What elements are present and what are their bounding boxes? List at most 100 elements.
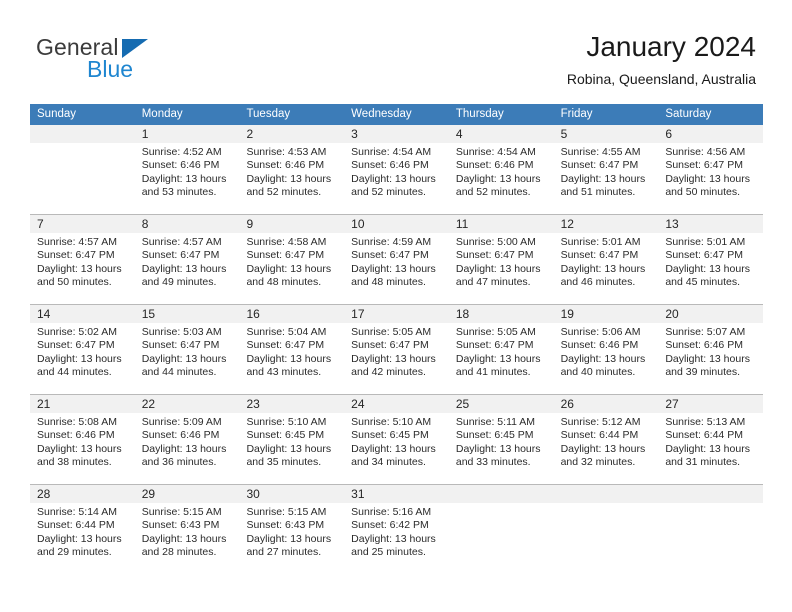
day-cell: Sunrise: 5:01 AM Sunset: 6:47 PM Dayligh… xyxy=(658,233,763,304)
daylight-text-line2: and 52 minutes. xyxy=(455,186,531,199)
daylight-text-line2: and 53 minutes. xyxy=(141,186,217,199)
day-number[interactable]: 24 xyxy=(344,395,449,413)
day-number[interactable]: 27 xyxy=(658,395,763,413)
weekday-friday: Friday xyxy=(560,108,593,120)
day-number[interactable]: 31 xyxy=(344,485,449,503)
day-number xyxy=(658,485,763,503)
sunset-text: Sunset: 6:45 PM xyxy=(455,429,534,442)
day-number[interactable]: 9 xyxy=(239,215,344,233)
sunrise-text: Sunrise: 5:10 AM xyxy=(351,416,432,428)
sunset-text: Sunset: 6:43 PM xyxy=(246,519,325,532)
day-number[interactable]: 28 xyxy=(30,485,135,503)
day-cell: Sunrise: 5:06 AM Sunset: 6:46 PM Dayligh… xyxy=(554,323,659,394)
sunrise-text: Sunrise: 4:58 AM xyxy=(246,236,327,248)
page-title: January 2024 xyxy=(586,31,756,62)
day-cell: Sunrise: 4:54 AM Sunset: 6:46 PM Dayligh… xyxy=(449,143,554,214)
calendar-week-row: 7 8 9 10 11 12 13 Sunrise: 4:57 AM Sunse… xyxy=(30,215,763,305)
day-number[interactable]: 23 xyxy=(239,395,344,413)
sunset-text: Sunset: 6:47 PM xyxy=(665,249,743,262)
day-number[interactable]: 13 xyxy=(658,215,763,233)
week-detail-band: Sunrise: 4:57 AM Sunset: 6:47 PM Dayligh… xyxy=(30,233,763,304)
day-number[interactable]: 12 xyxy=(554,215,659,233)
sunset-text: Sunset: 6:44 PM xyxy=(560,429,639,442)
day-number[interactable]: 19 xyxy=(554,305,659,323)
daylight-text-line2: and 46 minutes. xyxy=(560,276,636,289)
day-number[interactable]: 3 xyxy=(344,125,449,143)
daylight-text-line2: and 43 minutes. xyxy=(246,366,322,379)
daylight-text-line1: Daylight: 13 hours xyxy=(560,352,646,365)
day-cell: Sunrise: 5:02 AM Sunset: 6:47 PM Dayligh… xyxy=(30,323,135,394)
day-number[interactable]: 21 xyxy=(30,395,135,413)
daylight-text-line2: and 35 minutes. xyxy=(246,456,322,469)
sunrise-text: Sunrise: 5:05 AM xyxy=(351,326,432,338)
sunset-text: Sunset: 6:46 PM xyxy=(141,159,220,172)
daylight-text-line2: and 29 minutes. xyxy=(37,546,112,559)
daylight-text-line2: and 47 minutes. xyxy=(455,276,531,289)
sunset-text: Sunset: 6:47 PM xyxy=(37,249,115,262)
daylight-text-line1: Daylight: 13 hours xyxy=(560,442,646,455)
day-number[interactable]: 5 xyxy=(554,125,659,143)
day-number[interactable]: 16 xyxy=(239,305,344,323)
day-number[interactable]: 1 xyxy=(135,125,240,143)
day-cell: Sunrise: 5:01 AM Sunset: 6:47 PM Dayligh… xyxy=(554,233,659,304)
day-cell: Sunrise: 5:05 AM Sunset: 6:47 PM Dayligh… xyxy=(344,323,449,394)
daylight-text-line1: Daylight: 13 hours xyxy=(351,352,436,365)
day-cell: Sunrise: 5:15 AM Sunset: 6:43 PM Dayligh… xyxy=(135,503,240,574)
sunrise-text: Sunrise: 4:57 AM xyxy=(37,236,117,248)
day-number[interactable]: 6 xyxy=(658,125,763,143)
daylight-text-line2: and 40 minutes. xyxy=(560,366,636,379)
daylight-text-line1: Daylight: 13 hours xyxy=(665,442,750,455)
sunset-text: Sunset: 6:47 PM xyxy=(455,339,534,352)
day-number[interactable]: 18 xyxy=(449,305,554,323)
daylight-text-line2: and 51 minutes. xyxy=(560,186,636,199)
day-number[interactable]: 22 xyxy=(135,395,240,413)
day-cell: Sunrise: 4:56 AM Sunset: 6:47 PM Dayligh… xyxy=(658,143,763,214)
sunset-text: Sunset: 6:47 PM xyxy=(665,159,743,172)
day-number[interactable]: 26 xyxy=(554,395,659,413)
brand-word-blue: Blue xyxy=(87,56,134,82)
day-number[interactable]: 7 xyxy=(30,215,135,233)
daylight-text-line1: Daylight: 13 hours xyxy=(246,532,332,545)
day-number[interactable]: 2 xyxy=(239,125,344,143)
sunrise-text: Sunrise: 4:56 AM xyxy=(665,146,746,158)
day-number[interactable]: 30 xyxy=(239,485,344,503)
sunrise-text: Sunrise: 5:05 AM xyxy=(455,326,536,338)
week-detail-band: Sunrise: 5:14 AM Sunset: 6:44 PM Dayligh… xyxy=(30,503,763,574)
daylight-text-line1: Daylight: 13 hours xyxy=(455,262,541,275)
calendar-week-row: 21 22 23 24 25 26 27 Sunrise: 5:08 AM Su… xyxy=(30,395,763,485)
sunrise-text: Sunrise: 5:01 AM xyxy=(665,236,746,248)
daylight-text-line1: Daylight: 13 hours xyxy=(665,262,750,275)
daylight-text-line2: and 48 minutes. xyxy=(351,276,426,289)
day-number[interactable]: 17 xyxy=(344,305,449,323)
general-blue-logo[interactable]: General Blue xyxy=(36,34,256,88)
daylight-text-line1: Daylight: 13 hours xyxy=(246,172,332,185)
week-detail-band: Sunrise: 5:02 AM Sunset: 6:47 PM Dayligh… xyxy=(30,323,763,394)
sunset-text: Sunset: 6:46 PM xyxy=(37,429,115,442)
day-number[interactable] xyxy=(30,125,135,143)
day-number[interactable]: 25 xyxy=(449,395,554,413)
daylight-text-line2: and 41 minutes. xyxy=(455,366,531,379)
daylight-text-line1: Daylight: 13 hours xyxy=(141,262,227,275)
day-number[interactable]: 11 xyxy=(449,215,554,233)
week-daynumber-band: 28 29 30 31 xyxy=(30,485,763,503)
day-cell: Sunrise: 4:57 AM Sunset: 6:47 PM Dayligh… xyxy=(135,233,240,304)
daylight-text-line1: Daylight: 13 hours xyxy=(141,352,227,365)
daylight-text-line2: and 48 minutes. xyxy=(246,276,322,289)
day-number[interactable]: 29 xyxy=(135,485,240,503)
weekday-monday: Monday xyxy=(141,108,183,120)
sunset-text: Sunset: 6:47 PM xyxy=(37,339,115,352)
day-number[interactable]: 14 xyxy=(30,305,135,323)
day-number[interactable]: 15 xyxy=(135,305,240,323)
daylight-text-line1: Daylight: 13 hours xyxy=(351,532,436,545)
calendar-week-row: 14 15 16 17 18 19 20 Sunrise: 5:02 AM Su… xyxy=(30,305,763,395)
day-number[interactable]: 10 xyxy=(344,215,449,233)
day-number[interactable]: 4 xyxy=(449,125,554,143)
weekday-wednesday: Wednesday xyxy=(351,108,412,120)
day-number[interactable]: 20 xyxy=(658,305,763,323)
daylight-text-line2: and 44 minutes. xyxy=(37,366,112,379)
sunset-text: Sunset: 6:42 PM xyxy=(351,519,429,532)
sunset-text: Sunset: 6:45 PM xyxy=(351,429,429,442)
day-number[interactable]: 8 xyxy=(135,215,240,233)
sunrise-text: Sunrise: 4:57 AM xyxy=(141,236,222,248)
daylight-text-line1: Daylight: 13 hours xyxy=(246,262,332,275)
